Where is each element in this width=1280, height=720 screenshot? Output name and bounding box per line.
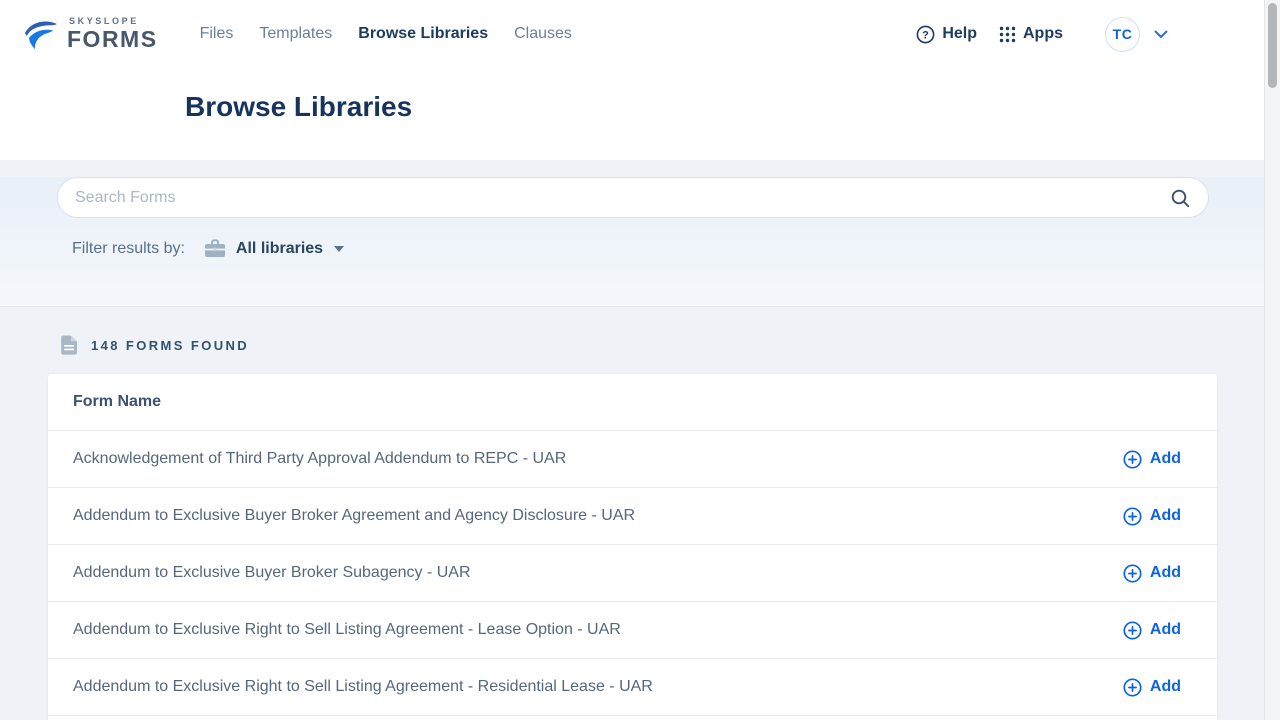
nav-item-files[interactable]: Files (200, 25, 234, 43)
avatar: TC (1105, 17, 1140, 52)
topbar: SKYSLOPE FORMS Files Templates Browse Li… (0, 0, 1280, 51)
scrollbar-track[interactable] (1264, 0, 1280, 720)
add-form-button[interactable]: Add (1123, 621, 1181, 640)
document-icon (61, 335, 78, 355)
logo-skyslope-label: SKYSLOPE (69, 17, 158, 26)
scrollbar-thumb[interactable] (1268, 3, 1277, 88)
apps-label: Apps (1023, 25, 1063, 43)
table-row: Addendum to Exclusive Right to Sell List… (48, 659, 1217, 716)
add-label: Add (1150, 621, 1181, 639)
form-name: Addendum to Exclusive Right to Sell List… (73, 621, 621, 639)
table-body: Acknowledgement of Third Party Approval … (48, 431, 1217, 716)
form-name: Addendum to Exclusive Right to Sell List… (73, 678, 653, 696)
results-count: 148 FORMS FOUND (91, 338, 249, 353)
main-nav: Files Templates Browse Libraries Clauses (200, 25, 572, 43)
svg-text:?: ? (922, 29, 929, 41)
add-form-button[interactable]: Add (1123, 507, 1181, 526)
form-name: Addendum to Exclusive Buyer Broker Agree… (73, 507, 635, 525)
search-section: Filter results by: All libraries (0, 177, 1280, 307)
help-button[interactable]: ? Help (916, 25, 977, 44)
table-row-partial (48, 716, 1217, 720)
briefcase-icon (204, 239, 226, 258)
table-row: Addendum to Exclusive Right to Sell List… (48, 602, 1217, 659)
add-label: Add (1150, 564, 1181, 582)
nav-item-templates[interactable]: Templates (259, 25, 332, 43)
chevron-down-icon (1154, 30, 1168, 39)
logo-text: SKYSLOPE FORMS (67, 17, 158, 51)
plus-circle-icon (1123, 678, 1142, 697)
help-label: Help (942, 25, 977, 43)
main-content: 148 FORMS FOUND Form Name Acknowledgemen… (0, 307, 1280, 720)
search-input[interactable] (57, 177, 1209, 218)
plus-circle-icon (1123, 507, 1142, 526)
library-filter-dropdown[interactable]: All libraries (204, 239, 345, 258)
plus-circle-icon (1123, 621, 1142, 640)
library-selected-value: All libraries (236, 240, 323, 258)
logo-forms-label: FORMS (67, 28, 158, 51)
table-row: Addendum to Exclusive Buyer Broker Agree… (48, 488, 1217, 545)
table-row: Acknowledgement of Third Party Approval … (48, 431, 1217, 488)
add-form-button[interactable]: Add (1123, 450, 1181, 469)
nav-item-clauses[interactable]: Clauses (514, 25, 572, 43)
forms-table: Form Name Acknowledgement of Third Party… (48, 374, 1217, 720)
add-label: Add (1150, 507, 1181, 525)
apps-button[interactable]: Apps (999, 25, 1063, 43)
table-row: Addendum to Exclusive Buyer Broker Subag… (48, 545, 1217, 602)
caret-down-icon (333, 245, 345, 253)
add-form-button[interactable]: Add (1123, 678, 1181, 697)
header-actions: ? Help Apps TC (916, 17, 1168, 52)
plus-circle-icon (1123, 450, 1142, 469)
form-name: Acknowledgement of Third Party Approval … (73, 450, 566, 468)
skyslope-logo[interactable]: SKYSLOPE FORMS (22, 16, 158, 52)
skyslope-swoosh-icon (22, 16, 60, 52)
account-menu-button[interactable]: TC (1105, 17, 1168, 52)
add-label: Add (1150, 450, 1181, 468)
results-bar: 148 FORMS FOUND (0, 307, 1280, 355)
plus-circle-icon (1123, 564, 1142, 583)
add-label: Add (1150, 678, 1181, 696)
app-header: SKYSLOPE FORMS Files Templates Browse Li… (0, 0, 1280, 160)
page-title: Browse Libraries (185, 91, 1280, 123)
search-icon[interactable] (1166, 184, 1194, 212)
form-name: Addendum to Exclusive Buyer Broker Subag… (73, 564, 471, 582)
filter-row: Filter results by: All libraries (72, 239, 1280, 258)
table-header-form-name: Form Name (48, 374, 1217, 431)
add-form-button[interactable]: Add (1123, 564, 1181, 583)
search-bar (57, 177, 1209, 218)
filter-label: Filter results by: (72, 240, 185, 258)
help-icon: ? (916, 25, 935, 44)
apps-grid-icon (999, 26, 1016, 43)
nav-item-browse-libraries[interactable]: Browse Libraries (358, 25, 488, 43)
